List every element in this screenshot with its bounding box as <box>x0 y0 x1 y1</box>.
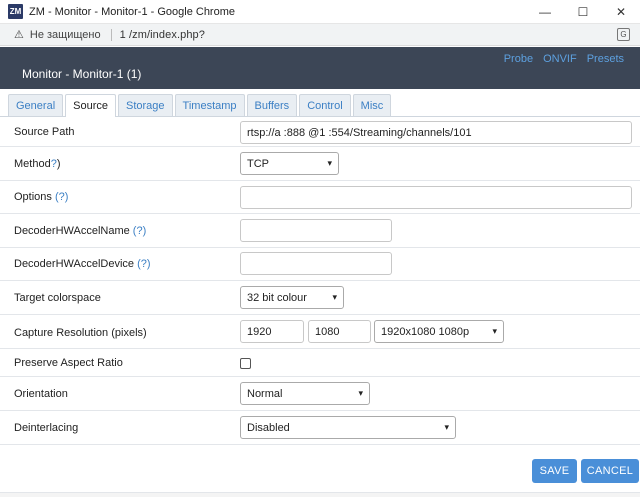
dialog-header: Probe ONVIF Presets Monitor - Monitor-1 … <box>0 47 640 89</box>
target-colorspace-value: 32 bit colour <box>247 291 307 304</box>
source-path-input[interactable]: rtsp://a :888 @1 :554/Streaming/channels… <box>240 121 632 144</box>
browser-title-bar: ZM ZM - Monitor - Monitor-1 - Google Chr… <box>0 0 640 24</box>
method-label: Method?) <box>14 158 61 170</box>
header-links: Probe ONVIF Presets <box>504 53 624 65</box>
close-icon[interactable]: ✕ <box>602 0 640 24</box>
tab-control[interactable]: Control <box>299 94 351 116</box>
tab-timestamp[interactable]: Timestamp <box>174 94 245 116</box>
preserve-aspect-ratio-row: Preserve Aspect Ratio <box>0 349 640 377</box>
decoder-hw-accel-device-row: DecoderHWAccelDevice (?) <box>0 248 640 281</box>
decoder-hw-accel-device-input[interactable] <box>240 252 392 275</box>
decoder-hw-accel-name-row: DecoderHWAccelName (?) <box>0 214 640 248</box>
deinterlacing-row: Deinterlacing Disabled ▾ <box>0 411 640 445</box>
cancel-button[interactable]: CANCEL <box>581 459 639 483</box>
deinterlacing-label: Deinterlacing <box>14 422 79 434</box>
decoder-hw-accel-name-input[interactable] <box>240 219 392 242</box>
presets-link[interactable]: Presets <box>587 53 624 65</box>
tab-misc[interactable]: Misc <box>352 94 392 116</box>
decoder-hw-accel-name-help-link[interactable]: (?) <box>133 225 146 237</box>
resolution-preset-select[interactable]: 1920x1080 1080p ▾ <box>374 320 504 343</box>
options-help-link[interactable]: (?) <box>55 191 68 203</box>
orientation-value: Normal <box>247 387 283 400</box>
options-label: Options (?) <box>14 191 69 203</box>
source-path-label: Source Path <box>14 126 75 138</box>
maximize-icon[interactable]: ☐ <box>564 0 602 24</box>
method-value: TCP <box>247 157 269 170</box>
chevron-down-icon: ▾ <box>444 422 449 432</box>
chevron-down-icon: ▾ <box>332 292 337 302</box>
options-row: Options (?) <box>0 181 640 214</box>
method-select[interactable]: TCP ▾ <box>240 152 339 175</box>
probe-link[interactable]: Probe <box>504 53 533 65</box>
warning-icon[interactable]: ⚠ <box>14 28 24 41</box>
not-secure-label[interactable]: Не защищено <box>30 29 101 41</box>
preserve-aspect-ratio-checkbox[interactable] <box>240 358 251 369</box>
tab-source[interactable]: Source <box>65 94 116 117</box>
source-form: Source Path rtsp://a :888 @1 :554/Stream… <box>0 118 640 445</box>
method-row: Method?) TCP ▾ <box>0 147 640 181</box>
decoder-hw-accel-device-help-link[interactable]: (?) <box>137 258 150 270</box>
window-title: ZM - Monitor - Monitor-1 - Google Chrome <box>29 5 235 18</box>
deinterlacing-value: Disabled <box>247 421 290 434</box>
footer-divider <box>0 492 640 497</box>
chevron-down-icon: ▾ <box>327 158 332 168</box>
address-separator <box>110 28 112 41</box>
target-colorspace-row: Target colorspace 32 bit colour ▾ <box>0 281 640 315</box>
tab-buffers[interactable]: Buffers <box>246 94 298 116</box>
address-bar[interactable]: ⚠ Не защищено 1 /zm/index.php? G <box>0 24 640 46</box>
zm-logo-icon: ZM <box>8 4 23 19</box>
onvif-link[interactable]: ONVIF <box>543 53 577 65</box>
tab-bar: General Source Storage Timestamp Buffers… <box>0 89 640 117</box>
capture-width-input[interactable]: 1920 <box>240 320 304 343</box>
url-text[interactable]: 1 /zm/index.php? <box>120 29 205 41</box>
tab-general[interactable]: General <box>8 94 64 116</box>
resolution-preset-value: 1920x1080 1080p <box>381 325 470 338</box>
source-path-row: Source Path rtsp://a :888 @1 :554/Stream… <box>0 118 640 147</box>
minimize-icon[interactable]: — <box>526 0 564 24</box>
save-button[interactable]: SAVE <box>532 459 577 483</box>
capture-resolution-label: Capture Resolution (pixels) <box>14 327 147 339</box>
decoder-hw-accel-device-label: DecoderHWAccelDevice (?) <box>14 258 151 270</box>
preserve-aspect-ratio-label: Preserve Aspect Ratio <box>14 357 123 369</box>
translate-icon[interactable]: G <box>617 28 630 41</box>
options-input[interactable] <box>240 186 632 209</box>
dialog-title: Monitor - Monitor-1 (1) <box>22 67 142 81</box>
capture-resolution-row: Capture Resolution (pixels) 1920 1080 19… <box>0 315 640 349</box>
decoder-hw-accel-name-label: DecoderHWAccelName (?) <box>14 225 147 237</box>
deinterlacing-select[interactable]: Disabled ▾ <box>240 416 456 439</box>
target-colorspace-label: Target colorspace <box>14 292 101 304</box>
capture-height-input[interactable]: 1080 <box>308 320 371 343</box>
tab-storage[interactable]: Storage <box>118 94 173 116</box>
orientation-label: Orientation <box>14 388 68 400</box>
target-colorspace-select[interactable]: 32 bit colour ▾ <box>240 286 344 309</box>
orientation-select[interactable]: Normal ▾ <box>240 382 370 405</box>
chevron-down-icon: ▾ <box>358 388 363 398</box>
chevron-down-icon: ▾ <box>492 326 497 336</box>
orientation-row: Orientation Normal ▾ <box>0 377 640 411</box>
